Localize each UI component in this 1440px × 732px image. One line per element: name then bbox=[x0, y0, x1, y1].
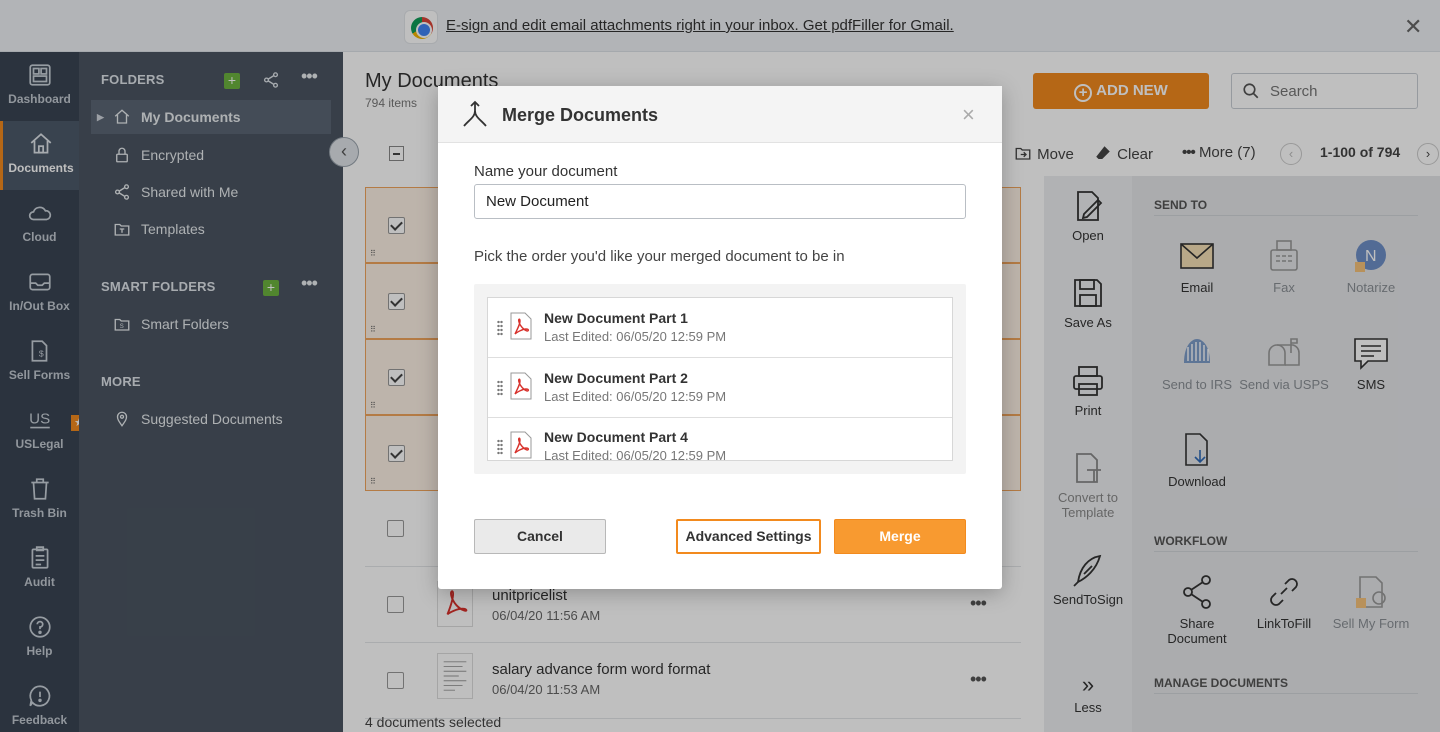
part-name: New Document Part 2 bbox=[544, 370, 688, 386]
part-edited: Last Edited: 06/05/20 12:59 PM bbox=[544, 448, 727, 461]
name-field-label: Name your document bbox=[474, 163, 618, 180]
part-edited: Last Edited: 06/05/20 12:59 PM bbox=[544, 329, 727, 344]
close-icon[interactable]: × bbox=[962, 102, 975, 128]
list-item[interactable]: New Document Part 2 Last Edited: 06/05/2… bbox=[488, 358, 952, 418]
drag-handle-icon[interactable] bbox=[497, 320, 503, 336]
part-name: New Document Part 1 bbox=[544, 310, 688, 326]
list-item[interactable]: New Document Part 4 Last Edited: 06/05/2… bbox=[488, 417, 952, 461]
order-hint: Pick the order you'd like your merged do… bbox=[474, 248, 845, 265]
pdf-icon bbox=[510, 312, 532, 340]
pdf-icon bbox=[510, 372, 532, 400]
drag-handle-icon[interactable] bbox=[497, 439, 503, 455]
dialog-header: Merge Documents × bbox=[438, 86, 1002, 143]
merge-documents-dialog: Merge Documents × Name your document Pic… bbox=[438, 86, 1002, 589]
drag-handle-icon[interactable] bbox=[497, 380, 503, 396]
dialog-title: Merge Documents bbox=[502, 105, 659, 125]
list-item[interactable]: New Document Part 1 Last Edited: 06/05/2… bbox=[488, 298, 952, 358]
document-name-field[interactable] bbox=[474, 184, 966, 219]
advanced-settings-button[interactable]: Advanced Settings bbox=[676, 519, 821, 554]
order-container: New Document Part 1 Last Edited: 06/05/2… bbox=[474, 284, 966, 474]
cancel-button[interactable]: Cancel bbox=[474, 519, 606, 554]
part-edited: Last Edited: 06/05/20 12:59 PM bbox=[544, 389, 727, 404]
part-name: New Document Part 4 bbox=[544, 429, 688, 445]
pdf-icon bbox=[510, 431, 532, 459]
document-order-list[interactable]: New Document Part 1 Last Edited: 06/05/2… bbox=[487, 297, 953, 461]
merge-icon bbox=[463, 100, 487, 127]
merge-button[interactable]: Merge bbox=[834, 519, 966, 554]
